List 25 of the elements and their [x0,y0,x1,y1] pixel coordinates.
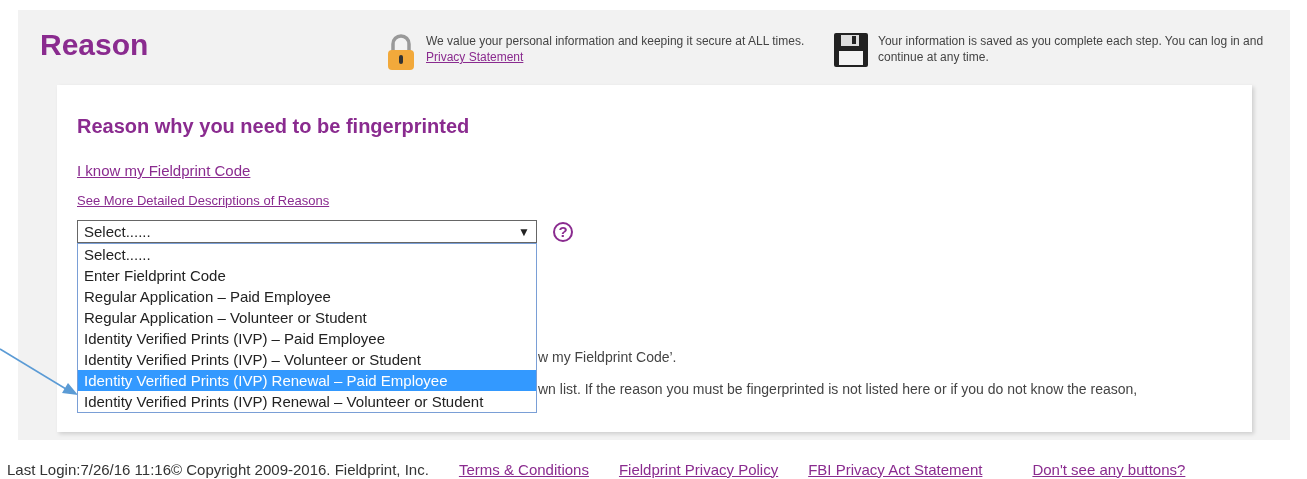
reason-dropdown[interactable]: Select...... ▼ [77,220,537,243]
instruction-text: w my Fieldprint Code’. [538,349,677,365]
dropdown-option[interactable]: Regular Application – Volunteer or Student [78,307,536,328]
dropdown-option[interactable]: Identity Verified Prints (IVP) – Volunteer or Student [78,349,536,370]
footer-link[interactable]: Terms & Conditions [458,460,589,478]
fieldprint-code-link[interactable]: I know my Fieldprint Code [77,162,251,179]
page-title: Reason [40,28,150,62]
dropdown-option[interactable]: Identity Verified Prints (IVP) – Paid Employee [78,328,536,349]
save-note: Your information is saved as you complete each step. You can log in and continue at any time. [878,33,1265,66]
footer-link[interactable]: Don't see any buttons? [1032,460,1186,478]
dropdown-option[interactable]: Regular Application – Paid Employee [78,286,536,307]
dropdown-option[interactable]: Select...... [78,244,536,265]
dropdown-arrow-icon: ▼ [518,224,530,239]
help-icon[interactable]: ? [553,221,573,242]
dropdown-option[interactable]: Enter Fieldprint Code [78,265,536,286]
privacy-statement-link[interactable]: Privacy Statement [426,50,524,64]
footer-link[interactable]: Fieldprint Privacy Policy [618,460,779,478]
instruction-text: wn list. If the reason you must be fingerprinted is not listed here or if you do not know the reason, [538,381,1138,397]
last-login-copyright: Last Login:7/26/16 11:16© Copyright 2009-2016. Fieldprint, Inc. [7,460,429,478]
padlock-icon [386,33,416,71]
footer-link[interactable]: FBI Privacy Act Statement [808,460,983,478]
dropdown-option[interactable]: Identity Verified Prints (IVP) Renewal – Volunteer or Student [78,391,536,412]
security-note: We value your personal information and keeping it secure at ALL times. [426,33,805,49]
detailed-descriptions-link[interactable]: See More Detailed Descriptions of Reasons [77,193,330,208]
section-heading: Reason why you need to be fingerprinted [77,115,471,138]
